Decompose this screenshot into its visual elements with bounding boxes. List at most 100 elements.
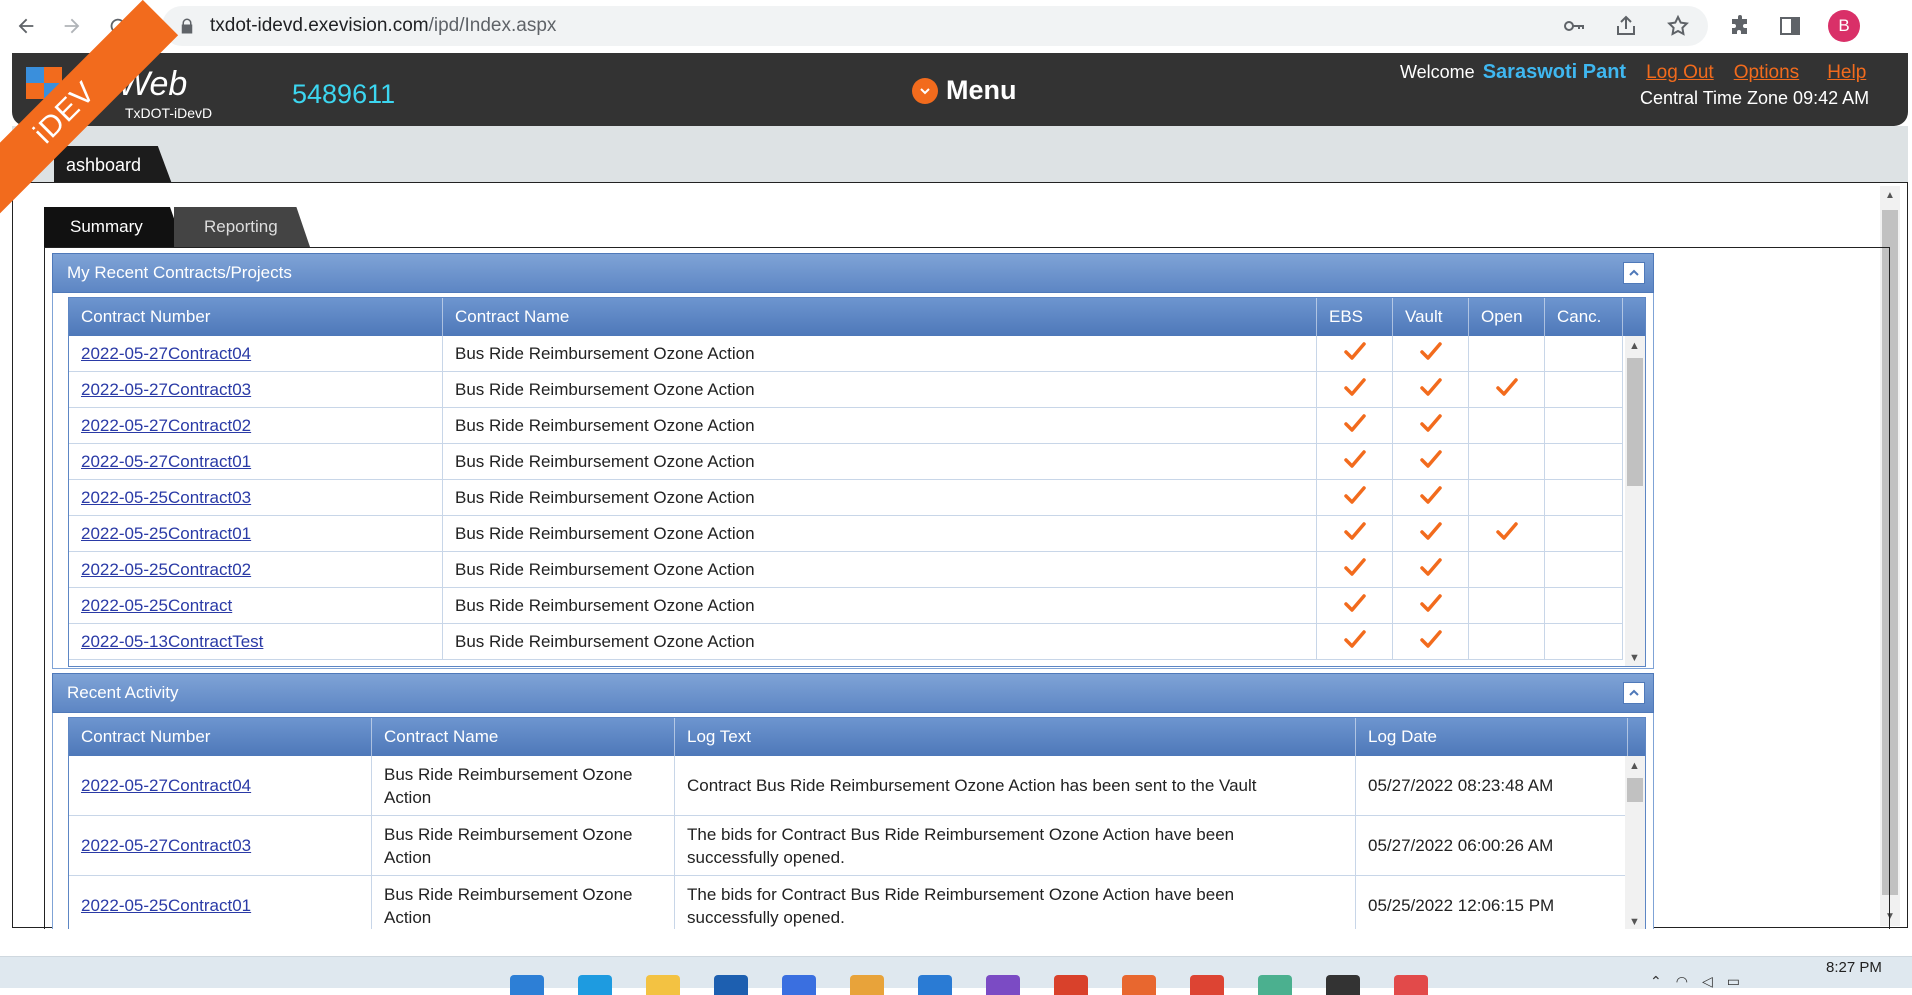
open-cell <box>1469 516 1545 551</box>
contract-number-link[interactable]: 2022-05-27Contract02 <box>69 408 443 443</box>
col-contract-name-header[interactable]: Contract Name <box>443 298 1317 336</box>
contract-number-link[interactable]: 2022-05-27Contract03 <box>69 816 372 875</box>
open-cell <box>1469 372 1545 407</box>
store-icon[interactable] <box>714 975 748 995</box>
open-cell <box>1469 552 1545 587</box>
scroll-thumb[interactable] <box>1627 358 1643 486</box>
address-bar[interactable]: txdot-idevd.exevision.com/ipd/Index.aspx <box>162 6 1708 46</box>
checkmark-icon <box>1419 485 1442 510</box>
contract-number-link[interactable]: 2022-05-25Contract <box>69 588 443 623</box>
file-explorer-icon[interactable] <box>646 975 680 995</box>
table-row[interactable]: 2022-05-27Contract02 Bus Ride Reimburseme… <box>69 408 1623 444</box>
open-cell <box>1469 444 1545 479</box>
table-scrollbar[interactable]: ▲ ▼ <box>1625 756 1645 929</box>
os-taskbar: ⌃ ◠ ◁ ▭ 8:27 PM <box>0 956 1912 995</box>
col-contract-number-header[interactable]: Contract Number <box>69 718 372 756</box>
tab-reporting[interactable]: Reporting <box>174 207 310 247</box>
key-icon[interactable] <box>1562 14 1586 38</box>
table-scrollbar[interactable]: ▲ ▼ <box>1625 336 1645 666</box>
col-canc-header[interactable]: Canc. <box>1545 298 1623 336</box>
tab-dashboard[interactable]: ashboard <box>54 146 172 184</box>
star-icon[interactable] <box>1666 14 1690 38</box>
col-log-text-header[interactable]: Log Text <box>675 718 1356 756</box>
help-link[interactable]: Help <box>1827 62 1866 84</box>
options-link[interactable]: Options <box>1734 62 1799 84</box>
share-icon[interactable] <box>1614 14 1638 38</box>
back-button[interactable] <box>6 6 46 46</box>
contract-number-link[interactable]: 2022-05-27Contract03 <box>69 372 443 407</box>
table-row[interactable]: 2022-05-25Contract01 Bus Ride Reimburseme… <box>69 516 1623 552</box>
table-row[interactable]: 2022-05-27Contract04 Bus Ride Reimburseme… <box>69 336 1623 372</box>
table-row[interactable]: 2022-05-13ContractTest Bus Ride Reimburse… <box>69 624 1623 660</box>
scroll-up-icon[interactable]: ▲ <box>1629 760 1640 772</box>
lock-icon <box>181 18 193 34</box>
forward-button[interactable] <box>52 6 92 46</box>
col-open-header[interactable]: Open <box>1469 298 1545 336</box>
volume-icon[interactable]: ◁ <box>1702 973 1713 990</box>
vault-cell <box>1393 552 1469 587</box>
app-icon[interactable] <box>850 975 884 995</box>
contract-number-link[interactable]: 2022-05-27Contract04 <box>69 336 443 371</box>
scroll-down-icon[interactable]: ▼ <box>1629 916 1640 928</box>
app-icon[interactable] <box>782 975 816 995</box>
ebs-cell <box>1317 372 1393 407</box>
scroll-up-icon[interactable]: ▲ <box>1885 190 1895 201</box>
recent-contracts-table: Contract Number Contract Name EBS Vault Open… <box>68 297 1646 667</box>
profile-avatar[interactable]: B <box>1828 10 1860 42</box>
vscode-icon[interactable] <box>918 975 952 995</box>
menu-button[interactable]: Menu <box>912 75 1017 106</box>
collapse-button[interactable] <box>1623 682 1645 704</box>
app-icon[interactable] <box>1054 975 1088 995</box>
logout-link[interactable]: Log Out <box>1646 62 1714 84</box>
contract-number-link[interactable]: 2022-05-25Contract03 <box>69 480 443 515</box>
extensions-icon[interactable] <box>1728 14 1752 38</box>
contract-number-link[interactable]: 2022-05-13ContractTest <box>69 624 443 659</box>
user-area: Welcome Saraswoti Pant Log Out Options H… <box>1400 61 1866 84</box>
table-row[interactable]: 2022-05-25Contract01 Bus Ride Reimburseme… <box>69 876 1628 929</box>
taskbar-clock: 8:27 PM <box>1826 959 1882 976</box>
table-row[interactable]: 2022-05-27Contract04 Bus Ride Reimburseme… <box>69 756 1628 816</box>
vault-cell <box>1393 624 1469 659</box>
log-text: The bids for Contract Bus Ride Reimburse… <box>675 876 1356 929</box>
app-icon[interactable] <box>1394 975 1428 995</box>
scroll-down-icon[interactable]: ▼ <box>1629 652 1640 664</box>
side-panel-icon[interactable] <box>1778 14 1802 38</box>
col-log-date-header[interactable]: Log Date <box>1356 718 1628 756</box>
table-row[interactable]: 2022-05-25Contract Bus Ride Reimbursement… <box>69 588 1623 624</box>
tab-summary[interactable]: Summary <box>44 207 184 247</box>
col-contract-name-header[interactable]: Contract Name <box>372 718 675 756</box>
col-vault-header[interactable]: Vault <box>1393 298 1469 336</box>
table-row[interactable]: 2022-05-25Contract02 Bus Ride Reimburseme… <box>69 552 1623 588</box>
contract-number-link[interactable]: 2022-05-25Contract02 <box>69 552 443 587</box>
contract-number-link[interactable]: 2022-05-25Contract01 <box>69 876 372 929</box>
header-spacer <box>1628 718 1645 756</box>
app-icon[interactable] <box>1122 975 1156 995</box>
battery-icon[interactable]: ▭ <box>1727 973 1740 990</box>
open-cell <box>1469 588 1545 623</box>
scroll-up-icon[interactable]: ▲ <box>1629 340 1640 352</box>
ebs-cell <box>1317 408 1393 443</box>
table-row[interactable]: 2022-05-27Contract03 Bus Ride Reimburseme… <box>69 372 1623 408</box>
table-row[interactable]: 2022-05-25Contract03 Bus Ride Reimburseme… <box>69 480 1623 516</box>
scroll-thumb[interactable] <box>1627 778 1643 802</box>
table-body: 2022-05-27Contract04 Bus Ride Reimburseme… <box>69 336 1623 660</box>
table-row[interactable]: 2022-05-27Contract03 Bus Ride Reimburseme… <box>69 816 1628 876</box>
edge-icon[interactable] <box>578 975 612 995</box>
checkmark-icon <box>1343 413 1366 438</box>
chevron-up-icon[interactable]: ⌃ <box>1650 973 1662 990</box>
ebs-cell <box>1317 444 1393 479</box>
wifi-icon[interactable]: ◠ <box>1676 973 1688 990</box>
col-contract-number-header[interactable]: Contract Number <box>69 298 443 336</box>
terminal-icon[interactable] <box>1326 975 1360 995</box>
table-row[interactable]: 2022-05-27Contract01 Bus Ride Reimburseme… <box>69 444 1623 480</box>
slack-icon[interactable] <box>1258 975 1292 995</box>
contract-number-link[interactable]: 2022-05-27Contract01 <box>69 444 443 479</box>
collapse-button[interactable] <box>1623 262 1645 284</box>
contract-number-link[interactable]: 2022-05-25Contract01 <box>69 516 443 551</box>
visual-studio-icon[interactable] <box>986 975 1020 995</box>
recent-activity-table: Contract Number Contract Name Log Text Log … <box>68 717 1646 929</box>
col-ebs-header[interactable]: EBS <box>1317 298 1393 336</box>
chrome-icon[interactable] <box>1190 975 1224 995</box>
windows-start-icon[interactable] <box>510 975 544 995</box>
contract-number-link[interactable]: 2022-05-27Contract04 <box>69 756 372 815</box>
